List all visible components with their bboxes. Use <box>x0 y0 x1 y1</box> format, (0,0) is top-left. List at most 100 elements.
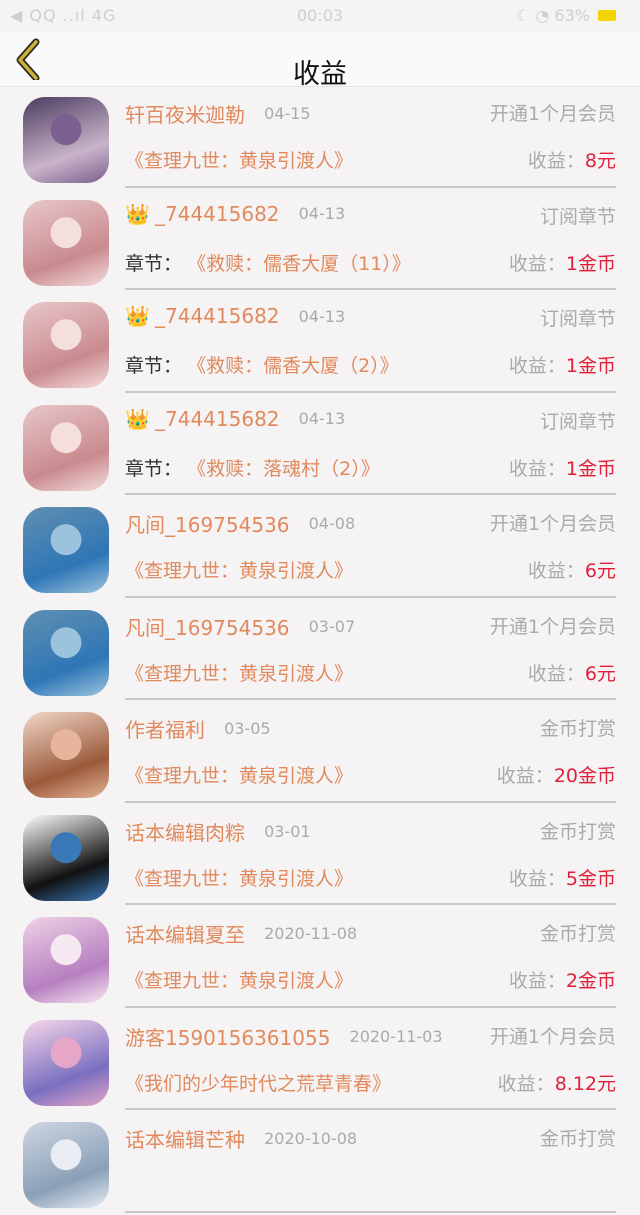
date: 04-13 <box>298 204 346 223</box>
list-item[interactable]: 游客1590156361055 2020-11-03 开通1个月会员 《我们的少… <box>0 1010 640 1113</box>
avatar[interactable] <box>23 199 109 286</box>
earning-label: 收益： <box>508 252 566 275</box>
row-header: 👑 _744415682 04-13 订阅章节 <box>125 304 616 334</box>
row-detail: 《查理九世：黄泉引渡人》 收益：2金币 <box>125 966 616 998</box>
date: 04-13 <box>298 409 346 428</box>
user-name[interactable]: 作者福利 <box>125 718 205 742</box>
list-item[interactable]: 凡间_169754536 04-08 开通1个月会员 《查理九世：黄泉引渡人》 … <box>0 497 640 600</box>
user-name[interactable]: _744415682 <box>155 304 280 328</box>
avatar[interactable] <box>23 814 109 901</box>
divider <box>125 390 616 393</box>
avatar[interactable] <box>23 97 109 183</box>
date: 2020-11-03 <box>349 1026 443 1046</box>
earning-type: 金币打赏 <box>539 923 616 945</box>
list-item[interactable]: 话本编辑夏至 2020-11-08 金币打赏 《查理九世：黄泉引渡人》 收益：2… <box>0 907 640 1010</box>
book-title[interactable]: 《我们的少年时代之荒草青春》 <box>125 1073 391 1095</box>
user-name[interactable]: _744415682 <box>155 407 280 431</box>
earning-amount: 收益：2金币 <box>509 966 616 993</box>
divider <box>125 1210 616 1213</box>
chapter-label: 章节： <box>125 252 183 275</box>
book-title[interactable]: 《查理九世：黄泉引渡人》 <box>125 970 353 992</box>
avatar[interactable] <box>23 1019 109 1106</box>
amount-value: 2金币 <box>565 970 616 992</box>
amount-value: 20金币 <box>553 765 616 787</box>
row-header: 作者福利 03-05 金币打赏 <box>125 714 616 744</box>
amount-value: 5金币 <box>565 867 616 890</box>
row-header: 凡间_169754536 04-08 开通1个月会员 <box>125 509 616 539</box>
list-item[interactable]: 轩百夜米迦勒 04-15 开通1个月会员 《查理九世：黄泉引渡人》 收益：8元 <box>0 87 640 190</box>
earning-amount: 收益：8元 <box>528 146 616 173</box>
list-item[interactable]: 凡间_169754536 03-07 开通1个月会员 《查理九世：黄泉引渡人》 … <box>0 600 640 703</box>
book-title[interactable]: 《查理九世：黄泉引渡人》 <box>125 765 353 787</box>
amount-value: 6元 <box>584 560 616 582</box>
row-header: 游客1590156361055 2020-11-03 开通1个月会员 <box>125 1022 616 1052</box>
user-name[interactable]: 凡间_169754536 <box>125 616 290 640</box>
list-item[interactable]: 话本编辑肉粽 03-01 金币打赏 《查理九世：黄泉引渡人》 收益：5金币 <box>0 805 640 908</box>
book-title[interactable]: 《救赎：儒香大厦（2）》 <box>187 355 399 377</box>
earning-type: 开通1个月会员 <box>489 103 616 125</box>
date: 03-01 <box>264 821 311 841</box>
earning-amount: 收益：5金币 <box>509 864 616 891</box>
row-detail: 《查理九世：黄泉引渡人》 收益：6元 <box>125 659 616 691</box>
avatar[interactable] <box>23 917 109 1003</box>
list-item[interactable]: 👑 _744415682 04-13 订阅章节 章节： 《救赎：儒香大厦（11）… <box>0 190 640 293</box>
user-name[interactable]: _744415682 <box>155 202 280 226</box>
avatar[interactable] <box>23 404 109 491</box>
book-title[interactable]: 《救赎：儒香大厦（11）》 <box>187 253 411 275</box>
amount-value: 1金币 <box>565 457 616 480</box>
row-detail: 《查理九世：黄泉引渡人》 收益：5金币 <box>125 864 616 896</box>
avatar[interactable] <box>23 1122 109 1208</box>
date: 2020-10-08 <box>264 1129 358 1148</box>
amount-value: 8.12元 <box>554 1072 616 1095</box>
divider <box>125 698 616 700</box>
earning-label: 收益： <box>508 867 566 890</box>
earning-label: 收益： <box>527 662 585 685</box>
crown-icon: 👑 <box>125 406 150 431</box>
divider <box>125 288 616 290</box>
status-bar: ◀ QQ ..ıl 4G 00:03 ☾ ◔ 63% <box>0 0 640 32</box>
avatar[interactable] <box>23 712 109 798</box>
list-item[interactable]: 👑 _744415682 04-13 订阅章节 章节： 《救赎：落魂村（2）》 … <box>0 395 640 498</box>
amount-value: 8元 <box>584 150 616 172</box>
row-detail: 章节： 《救赎：儒香大厦（11）》 收益：1金币 <box>125 249 616 281</box>
row-detail: 《查理九世：黄泉引渡人》 收益：8元 <box>125 146 616 178</box>
user-name[interactable]: 轩百夜米迦勒 <box>125 103 245 127</box>
list-item[interactable]: 作者福利 03-05 金币打赏 《查理九世：黄泉引渡人》 收益：20金币 <box>0 702 640 805</box>
row-detail: 章节： 《救赎：落魂村（2）》 收益：1金币 <box>125 454 616 486</box>
row-detail: 《查理九世：黄泉引渡人》 收益：6元 <box>125 556 616 588</box>
date: 03-07 <box>308 616 356 636</box>
avatar[interactable] <box>23 507 109 593</box>
earning-type: 开通1个月会员 <box>489 615 616 638</box>
list-item[interactable]: 话本编辑芒种 2020-10-08 金币打赏 <box>0 1112 640 1215</box>
earning-label: 收益： <box>508 457 566 480</box>
date: 04-15 <box>264 104 311 123</box>
user-name[interactable]: 话本编辑夏至 <box>125 923 245 947</box>
avatar[interactable] <box>23 609 109 696</box>
user-name[interactable]: 游客1590156361055 <box>125 1026 330 1050</box>
user-name[interactable]: 话本编辑肉粽 <box>125 821 245 845</box>
earning-amount: 收益：8.12元 <box>498 1069 616 1096</box>
earnings-list: 轩百夜米迦勒 04-15 开通1个月会员 《查理九世：黄泉引渡人》 收益：8元 … <box>0 87 640 1215</box>
earning-label: 收益： <box>527 150 585 172</box>
earning-label: 收益： <box>496 765 554 787</box>
row-detail: 《查理九世：黄泉引渡人》 收益：20金币 <box>125 761 616 793</box>
row-header: 👑 _744415682 04-13 订阅章节 <box>125 202 616 232</box>
book-title[interactable]: 《救赎：落魂村（2）》 <box>187 458 380 480</box>
user-name[interactable]: 凡间_169754536 <box>125 513 290 537</box>
crown-icon: 👑 <box>125 304 150 328</box>
book-title[interactable]: 《查理九世：黄泉引渡人》 <box>125 663 353 685</box>
book-title[interactable]: 《查理九世：黄泉引渡人》 <box>125 560 353 582</box>
row-detail <box>125 1171 616 1203</box>
chapter-label: 章节： <box>125 457 183 480</box>
book-title[interactable]: 《查理九世：黄泉引渡人》 <box>125 150 353 172</box>
page-title: 收益 <box>293 59 347 90</box>
earning-type: 金币打赏 <box>539 820 616 843</box>
avatar[interactable] <box>23 302 109 388</box>
user-name[interactable]: 话本编辑芒种 <box>125 1128 245 1152</box>
row-header: 凡间_169754536 03-07 开通1个月会员 <box>125 612 616 642</box>
date: 2020-11-08 <box>264 924 358 943</box>
book-title[interactable]: 《查理九世：黄泉引渡人》 <box>125 868 353 890</box>
earning-type: 开通1个月会员 <box>489 1025 616 1048</box>
earning-label: 收益： <box>508 355 566 377</box>
list-item[interactable]: 👑 _744415682 04-13 订阅章节 章节： 《救赎：儒香大厦（2）》… <box>0 292 640 395</box>
